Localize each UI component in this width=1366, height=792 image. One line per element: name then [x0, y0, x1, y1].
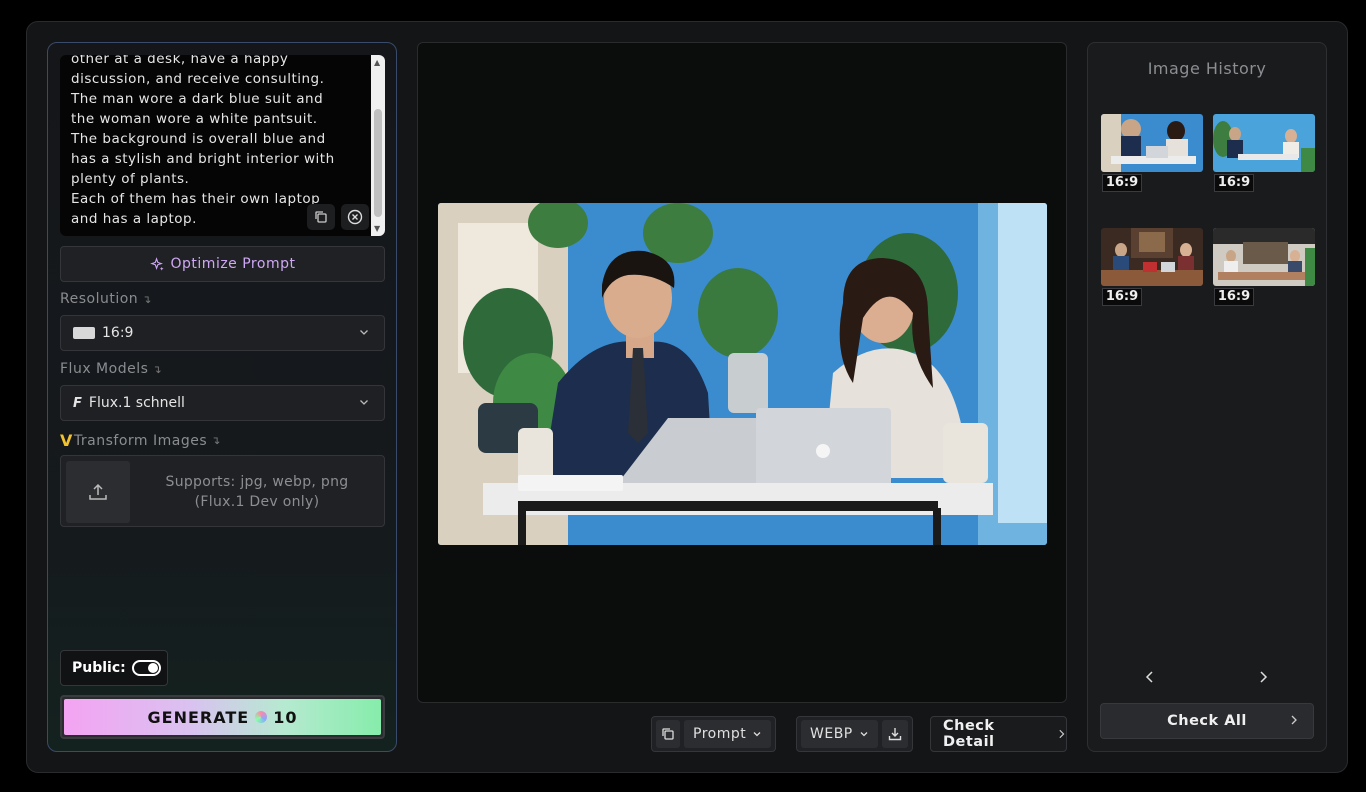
history-thumbnail-2[interactable] — [1213, 114, 1315, 172]
image-history-title: Image History — [1147, 59, 1267, 78]
optimize-prompt-button[interactable]: Optimize Prompt — [60, 246, 385, 282]
sparkle-icon — [149, 256, 164, 271]
aspect-ratio-icon — [73, 327, 95, 339]
flux-logo-icon: F — [73, 395, 82, 411]
history-thumbnail-4[interactable] — [1213, 228, 1315, 286]
info-arrow-icon: ↴ — [211, 434, 221, 447]
history-ratio-tag: 16:9 — [1102, 174, 1142, 192]
support-line-2: (Flux.1 Dev only) — [194, 494, 320, 510]
generate-credits: 10 — [273, 707, 298, 727]
prompt-dropdown-label: Prompt — [693, 726, 747, 742]
check-all-button[interactable]: Check All — [1100, 703, 1314, 739]
flux-models-label-text: Flux Models — [60, 361, 149, 377]
prompt-textarea[interactable]: other at a desk, have a happy discussion… — [60, 55, 385, 236]
image-upload-area[interactable]: Supports: jpg, webp, png (Flux.1 Dev onl… — [60, 455, 385, 527]
resolution-select[interactable]: 16:9 — [60, 315, 385, 351]
chevron-right-icon — [1260, 671, 1268, 683]
history-thumbnail-art — [1101, 228, 1203, 286]
upload-support-text: Supports: jpg, webp, png (Flux.1 Dev onl… — [147, 472, 367, 512]
generate-button-wrap: GENERATE 10 — [60, 695, 385, 739]
upload-button[interactable] — [66, 461, 130, 523]
scroll-up-icon[interactable]: ▲ — [374, 58, 380, 67]
support-line-1: Supports: jpg, webp, png — [165, 474, 349, 490]
history-prev-button[interactable] — [1140, 667, 1160, 687]
image-canvas — [417, 42, 1067, 703]
check-detail-button[interactable]: Check Detail — [930, 716, 1067, 752]
app-window: other at a desk, have a happy discussion… — [26, 21, 1348, 773]
history-next-button[interactable] — [1253, 667, 1273, 687]
optimize-prompt-label: Optimize Prompt — [170, 256, 296, 272]
download-button[interactable] — [881, 720, 908, 748]
generated-image-art — [438, 203, 1047, 545]
image-history-panel: Image History 16:9 16:9 16:9 16:9 Check … — [1087, 42, 1327, 752]
prompt-toolbar-group: Prompt — [651, 716, 777, 752]
copy-image-button[interactable] — [656, 720, 680, 748]
info-arrow-icon: ↴ — [142, 292, 152, 306]
clear-prompt-button[interactable] — [341, 204, 369, 230]
generate-button[interactable]: GENERATE 10 — [64, 699, 381, 735]
history-ratio-tag: 16:9 — [1214, 288, 1254, 306]
flux-model-value: Flux.1 schnell — [88, 395, 185, 411]
history-thumbnail-art — [1101, 114, 1203, 172]
history-thumbnail-art — [1213, 228, 1315, 286]
generated-image[interactable] — [438, 203, 1047, 545]
chevron-down-icon — [360, 330, 368, 335]
chevron-right-icon — [1291, 715, 1297, 725]
public-label: Public: — [72, 660, 126, 676]
copy-icon — [662, 728, 674, 740]
transform-images-label: V Transform Images ↴ — [60, 431, 221, 450]
info-arrow-icon: ↴ — [152, 362, 163, 376]
chevron-right-icon — [1059, 729, 1065, 739]
chevron-down-icon — [360, 400, 368, 405]
history-thumbnail-3[interactable] — [1101, 228, 1203, 286]
public-toggle-row: Public: — [60, 650, 168, 686]
resolution-value: 16:9 — [102, 325, 134, 341]
format-dropdown[interactable]: WEBP — [801, 720, 878, 748]
flux-models-label: Flux Models ↴ — [60, 361, 162, 377]
credit-icon — [255, 711, 268, 723]
scroll-thumb[interactable] — [374, 109, 382, 217]
prompt-text[interactable]: other at a desk, have a happy discussion… — [71, 55, 361, 229]
download-icon — [888, 728, 901, 741]
upload-icon — [89, 483, 107, 500]
generate-label: GENERATE — [147, 707, 250, 727]
flux-model-select[interactable]: F Flux.1 schnell — [60, 385, 385, 421]
format-label: WEBP — [810, 726, 853, 742]
check-detail-label: Check Detail — [943, 718, 995, 750]
history-thumbnail-1[interactable] — [1101, 114, 1203, 172]
resolution-label-text: Resolution — [60, 291, 139, 307]
prompt-scrollbar[interactable]: ▲ ▼ — [371, 55, 385, 236]
resolution-label: Resolution ↴ — [60, 291, 152, 307]
scroll-down-icon[interactable]: ▼ — [374, 224, 380, 233]
format-toolbar-group: WEBP — [796, 716, 913, 752]
public-toggle[interactable] — [131, 660, 161, 676]
check-all-label: Check All — [1167, 713, 1247, 729]
copy-icon — [315, 211, 327, 223]
transform-images-label-text: Transform Images — [73, 432, 208, 449]
prompt-dropdown[interactable]: Prompt — [684, 720, 772, 748]
history-thumbnail-art — [1213, 114, 1315, 172]
copy-prompt-button[interactable] — [307, 204, 335, 230]
history-ratio-tag: 16:9 — [1102, 288, 1142, 306]
pro-badge: V — [60, 431, 73, 450]
chevron-down-icon — [860, 732, 868, 737]
settings-panel: other at a desk, have a happy discussion… — [47, 42, 397, 752]
chevron-down-icon — [753, 732, 761, 737]
clear-icon — [347, 209, 363, 225]
chevron-left-icon — [1145, 671, 1153, 683]
history-ratio-tag: 16:9 — [1214, 174, 1254, 192]
